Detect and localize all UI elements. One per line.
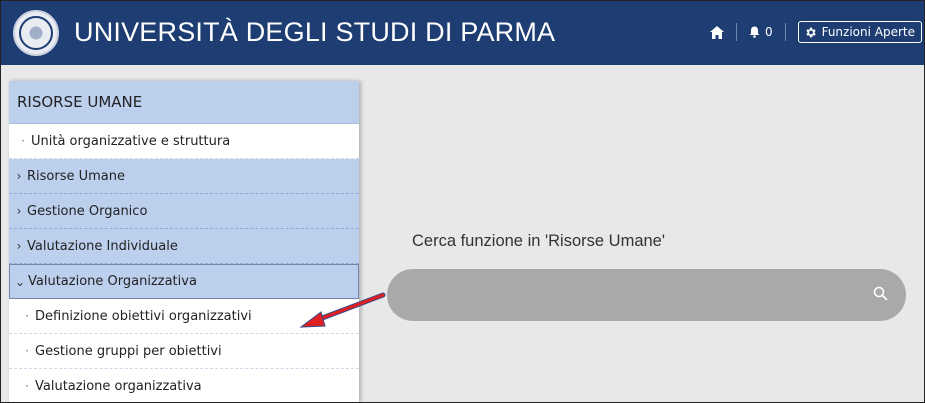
- sidebar-subitem-definizione-obiettivi[interactable]: · Definizione obiettivi organizzativi: [9, 299, 359, 334]
- chevron-right-icon: ›: [16, 239, 22, 253]
- bell-icon: [749, 26, 760, 38]
- bullet-icon: ·: [25, 309, 29, 323]
- open-functions-label: Funzioni Aperte: [821, 25, 915, 39]
- header-divider: [784, 23, 786, 41]
- notification-count: 0: [764, 25, 773, 39]
- sidebar-title: RISORSE UMANE: [9, 81, 359, 124]
- sidebar-item-label: Valutazione organizzativa: [35, 378, 202, 394]
- university-seal-logo[interactable]: [13, 10, 59, 56]
- sidebar-item-label: Valutazione Organizzativa: [28, 274, 197, 289]
- sidebar-menu: RISORSE UMANE · Unità organizzative e st…: [9, 81, 359, 402]
- bullet-icon: ·: [25, 344, 29, 358]
- sidebar-item-valutazione-organizzativa[interactable]: ⌄ Valutazione Organizzativa: [9, 264, 359, 299]
- bullet-icon: ·: [25, 379, 29, 393]
- chevron-right-icon: ›: [16, 169, 22, 183]
- sidebar-subitem-valutazione-organizzativa[interactable]: · Valutazione organizzativa: [9, 369, 359, 402]
- sidebar-item-risorse-umane[interactable]: › Risorse Umane: [9, 159, 359, 194]
- open-functions-button[interactable]: Funzioni Aperte: [797, 21, 922, 43]
- search-input[interactable]: [407, 282, 851, 310]
- header-actions: 0 Funzioni Aperte: [709, 19, 922, 45]
- sidebar-item-label: Risorse Umane: [27, 168, 126, 184]
- sidebar-item-gestione-organico[interactable]: › Gestione Organico: [9, 194, 359, 229]
- seal-emblem: [19, 16, 53, 50]
- chevron-down-icon: ⌄: [14, 274, 26, 289]
- sidebar-item-label: Unità organizzative e struttura: [31, 133, 231, 149]
- home-icon[interactable]: [709, 25, 724, 39]
- gear-icon: [805, 27, 816, 37]
- sidebar-subitem-gestione-gruppi[interactable]: · Gestione gruppi per obiettivi: [9, 334, 359, 369]
- sidebar-item-label: Definizione obiettivi organizzativi: [35, 308, 252, 324]
- search-heading: Cerca funzione in 'Risorse Umane': [412, 232, 665, 250]
- top-header: UNIVERSITÀ DEGLI STUDI DI PARMA 0 Funzio…: [1, 1, 924, 65]
- sidebar-item-label: Gestione Organico: [27, 203, 148, 219]
- sidebar-item-label: Valutazione Individuale: [27, 238, 178, 254]
- chevron-right-icon: ›: [16, 204, 22, 218]
- header-divider: [735, 23, 737, 41]
- notifications-button[interactable]: 0: [749, 25, 773, 39]
- search-icon[interactable]: [873, 286, 888, 305]
- university-name: UNIVERSITÀ DEGLI STUDI DI PARMA: [74, 17, 556, 47]
- bullet-icon: ·: [21, 134, 25, 148]
- app-window: UNIVERSITÀ DEGLI STUDI DI PARMA 0 Funzio…: [0, 0, 925, 403]
- function-search-bar[interactable]: [387, 269, 906, 321]
- sidebar-item-unita-organizzative[interactable]: · Unità organizzative e struttura: [9, 124, 359, 159]
- sidebar-item-label: Gestione gruppi per obiettivi: [35, 343, 222, 359]
- sidebar-item-valutazione-individuale[interactable]: › Valutazione Individuale: [9, 229, 359, 264]
